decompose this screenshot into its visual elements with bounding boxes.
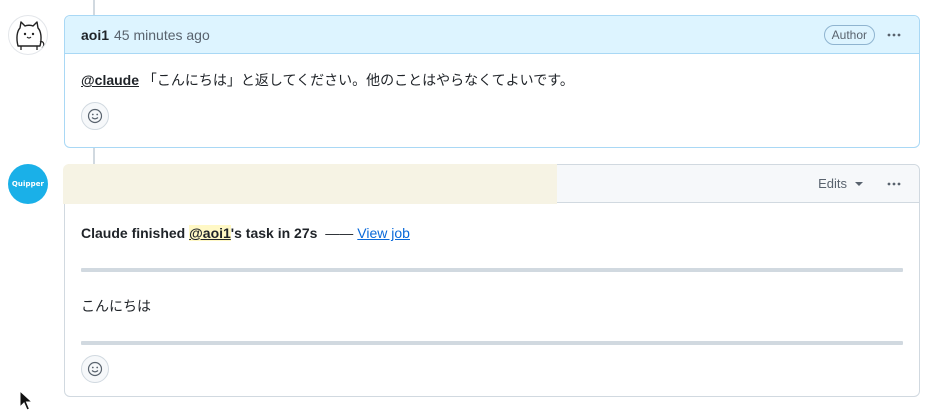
status-prefix: Claude finished	[81, 225, 186, 241]
caret-down-icon	[855, 181, 863, 186]
comment-author[interactable]: aoi1	[81, 27, 109, 43]
reply-text: こんにちは	[81, 298, 151, 314]
kebab-icon[interactable]	[885, 26, 903, 44]
comment-text: 「こんにちは」と返してください。他のことはやらなくてよいです。	[142, 72, 574, 88]
redacted-header	[63, 164, 557, 204]
mouse-pointer-icon	[19, 390, 33, 411]
view-job-link[interactable]: View job	[357, 225, 410, 241]
kebab-icon[interactable]	[885, 175, 903, 193]
comment-card: Edits Claude finished @aoi1's task in 27…	[63, 164, 920, 399]
divider	[81, 341, 903, 345]
smiley-icon	[87, 361, 103, 377]
user-mention[interactable]: @claude	[81, 72, 139, 88]
user-mention[interactable]: @aoi1	[189, 225, 231, 241]
add-reaction-button[interactable]	[81, 355, 109, 383]
comment-timestamp[interactable]: 45 minutes ago	[114, 27, 210, 43]
edits-label: Edits	[818, 176, 847, 191]
divider	[81, 268, 903, 272]
status-suffix: 's task in 27s	[230, 225, 318, 241]
avatar-label: Quipper	[11, 180, 45, 188]
comment-header: Edits	[63, 164, 919, 204]
status-line: Claude finished @aoi1's task in 27s —— Vi…	[81, 223, 903, 243]
user-avatar[interactable]	[8, 15, 48, 55]
cat-avatar-icon	[16, 21, 45, 50]
author-badge: Author	[823, 24, 875, 45]
comment-body: @claude 「こんにちは」と返してください。他のことはやらなくてよいです。	[65, 54, 919, 146]
comment-header: aoi1 45 minutes ago Author	[65, 16, 919, 54]
edits-dropdown[interactable]: Edits	[818, 176, 863, 191]
comment-card: aoi1 45 minutes ago Author @claude 「こんにち…	[64, 15, 920, 148]
dash-separator: ——	[325, 225, 354, 241]
comment-body: Claude finished @aoi1's task in 27s —— Vi…	[65, 203, 919, 399]
timeline-line	[93, 148, 95, 164]
timeline-line	[93, 0, 95, 15]
add-reaction-button[interactable]	[81, 102, 109, 130]
bot-avatar[interactable]: Quipper	[8, 164, 48, 204]
smiley-icon	[87, 108, 103, 124]
